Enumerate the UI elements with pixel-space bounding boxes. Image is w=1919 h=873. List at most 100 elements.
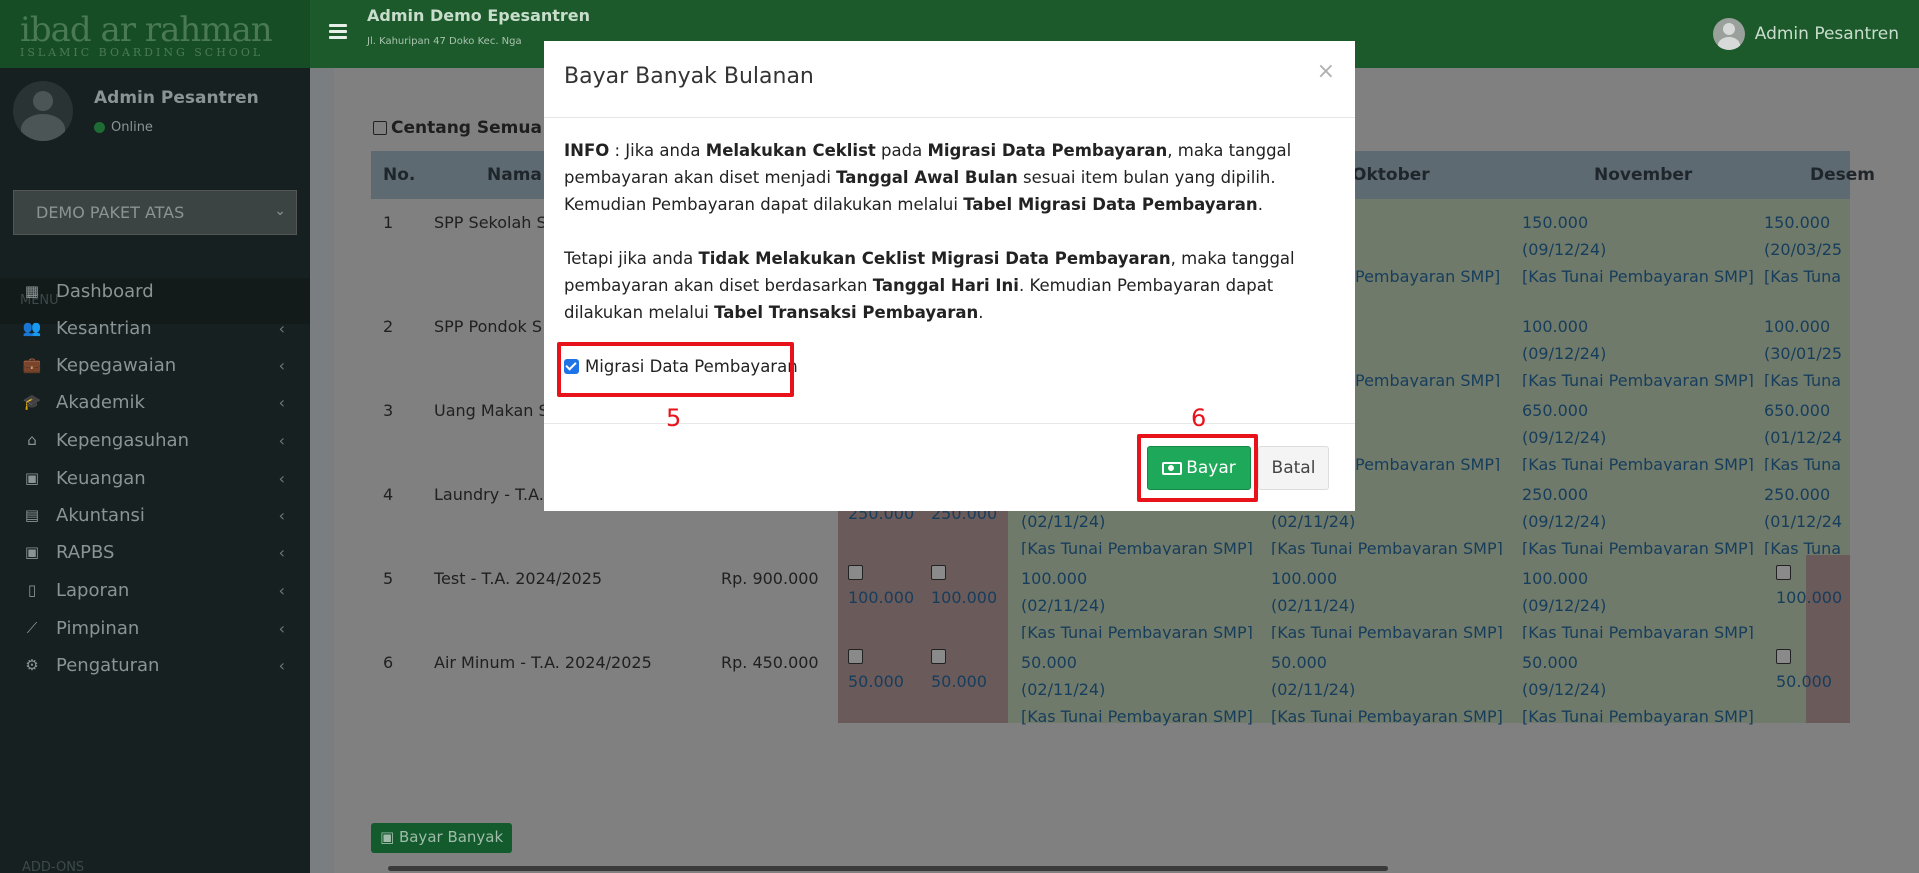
info-text-segment: : Jika anda — [609, 141, 706, 160]
cell-line: 100.000 — [1271, 569, 1338, 588]
info-text-segment: . — [1257, 195, 1263, 214]
select-all[interactable]: Centang Semua — [373, 118, 542, 138]
paid-cell[interactable]: 50.000 (02/11/24) [Kas Tunai Pembayaran SM… — [1271, 649, 1503, 730]
month-checkbox[interactable] — [848, 565, 863, 580]
paid-cell[interactable]: 250.000 (09/12/24) [Kas Tunai Pembayaran S… — [1522, 481, 1754, 562]
paid-cell[interactable]: 50.000 (09/12/24) [Kas Tunai Pembayaran SM… — [1522, 649, 1754, 730]
paid-cell[interactable]: 150.000 (09/12/24) [Kas Tunai Pembayaran S… — [1522, 209, 1754, 290]
month-checkbox[interactable] — [848, 649, 863, 664]
header-desember: Desem — [1810, 165, 1876, 185]
info-text-segment: Tidak Melakukan Ceklist Migrasi Data Pem… — [698, 249, 1171, 268]
info-text-segment: . — [978, 303, 984, 322]
info-text-segment: Migrasi Data Pembayaran — [927, 141, 1168, 160]
sidebar-item-label: Dashboard — [56, 280, 154, 302]
paid-cell[interactable]: 100.000 (02/11/24) [Kas Tunai Pembayaran S… — [1271, 565, 1503, 646]
unpaid-amount: 50.000 — [848, 672, 904, 691]
step-6-label: 6 — [1191, 404, 1207, 432]
month-unpaid-cell[interactable]: 50.000 — [848, 649, 904, 695]
chevron-left-icon: ‹ — [278, 392, 285, 412]
highlight-box-step-5 — [557, 342, 794, 397]
paid-cell[interactable]: 50.000 (02/11/24) [Kas Tunai Pembayaran SM… — [1021, 649, 1253, 730]
chevron-left-icon: ‹ — [278, 505, 285, 525]
info-text-segment: Tabel Transaksi Pembayaran — [714, 303, 979, 322]
month-checkbox[interactable] — [1776, 649, 1791, 664]
paid-cell[interactable]: 150.000 (20/03/25 [Kas Tuna — [1764, 209, 1842, 290]
paid-cell[interactable]: 100.000 (30/01/25 [Kas Tuna — [1764, 313, 1842, 394]
paid-cell[interactable]: Pembayaran SMP] — [1355, 263, 1500, 290]
paid-cell[interactable]: 250.000 (01/12/24 [Kas Tuna — [1764, 481, 1842, 562]
month-unpaid-cell[interactable]: 100.000 — [1776, 565, 1842, 611]
user-menu[interactable]: Admin Pesantren — [1712, 18, 1899, 50]
cell-line: 100.000 — [1764, 317, 1831, 336]
paid-cell[interactable]: 100.000 (02/11/24) [Kas Tunai Pembayaran S… — [1021, 565, 1253, 646]
cell-line: (09/12/24) — [1522, 428, 1607, 447]
avatar — [13, 81, 73, 141]
cell-line: (02/11/24) — [1021, 680, 1106, 699]
row-number: 4 — [383, 485, 394, 504]
select-all-checkbox[interactable] — [373, 121, 387, 135]
month-unpaid-cell[interactable]: 100.000 — [848, 565, 914, 611]
month-checkbox[interactable] — [931, 565, 946, 580]
cell-line: (09/12/24) — [1522, 596, 1607, 615]
info-text-segment: Tabel Migrasi Data Pembayaran — [963, 195, 1258, 214]
modal-header: Bayar Banyak Bulanan × — [544, 41, 1355, 118]
row-name: SPP Pondok S — [434, 317, 542, 336]
row-number: 3 — [383, 401, 394, 420]
sidebar-item-label: Kepegawaian — [56, 354, 177, 376]
row-name: Uang Makan S — [434, 401, 549, 420]
bayar-banyak-button[interactable]: ▣ Bayar Banyak — [371, 823, 513, 853]
user-avatar-icon — [1712, 18, 1745, 50]
logo[interactable]: ibad ar rahman ISLAMIC BOARDING SCHOOL — [0, 0, 310, 68]
cell-line: (09/12/24) — [1522, 512, 1607, 531]
cell-line: (02/11/24) — [1271, 596, 1356, 615]
cell-line: 650.000 — [1522, 401, 1589, 420]
header-november: November — [1594, 165, 1693, 185]
month-checkbox[interactable] — [1776, 565, 1791, 580]
cell-line: (02/11/24) — [1271, 512, 1356, 531]
month-unpaid-cell[interactable]: 100.000 — [931, 565, 997, 611]
cell-line: 150.000 — [1764, 213, 1831, 232]
bayar-button[interactable]: Bayar — [1147, 446, 1251, 490]
paid-cell[interactable]: 650.000 (09/12/24) [Kas Tunai Pembayaran S… — [1522, 397, 1754, 478]
month-unpaid-cell[interactable]: 50.000 — [931, 649, 987, 695]
batal-button[interactable]: Batal — [1258, 446, 1329, 490]
cell-line: (09/12/24) — [1522, 680, 1607, 699]
horizontal-scrollbar[interactable] — [388, 866, 1388, 871]
money-icon — [1162, 461, 1183, 475]
book-icon: ▤ — [24, 506, 40, 524]
user-status: Online — [94, 120, 153, 135]
cell-line: 100.000 — [1522, 569, 1589, 588]
logo-text: ibad ar rahman — [20, 10, 273, 50]
cell-line: (20/03/25 — [1764, 240, 1843, 259]
cell-line: (01/12/24 — [1764, 512, 1843, 531]
row-name: SPP Sekolah S — [434, 213, 547, 232]
sidebar-item-label: Akuntansi — [56, 504, 145, 526]
info-text-segment: Melakukan Ceklist — [705, 141, 876, 160]
paid-cell[interactable]: 650.000 (01/12/24 [Kas Tuna — [1764, 397, 1842, 478]
cell-line: 50.000 — [1021, 653, 1077, 672]
sidebar-item-pengaturan[interactable]: ⚙ Pengaturan ‹ — [0, 643, 310, 687]
cell-line: (02/11/24) — [1021, 596, 1106, 615]
paid-cell[interactable]: 100.000 (09/12/24) [Kas Tunai Pembayaran S… — [1522, 313, 1754, 394]
chevron-left-icon: ‹ — [278, 580, 285, 600]
cell-line: (09/12/24) — [1522, 344, 1607, 363]
hamburger-menu-icon[interactable] — [329, 24, 347, 40]
chevron-left-icon: ‹ — [278, 355, 285, 375]
sidebar-item-label: RAPBS — [56, 541, 115, 563]
month-checkbox[interactable] — [931, 649, 946, 664]
package-select[interactable]: DEMO PAKET ATAS ⌄ — [13, 190, 297, 235]
sidebar-item-label: Akademik — [56, 391, 145, 413]
close-icon[interactable]: × — [1317, 59, 1335, 84]
header-no: No. — [383, 165, 416, 185]
modal-title: Bayar Banyak Bulanan — [564, 64, 814, 89]
cell-line: (02/11/24) — [1271, 680, 1356, 699]
sidebar-item-label: Laporan — [56, 579, 130, 601]
month-unpaid-cell[interactable]: 50.000 — [1776, 649, 1832, 695]
chevron-left-icon: ‹ — [278, 468, 285, 488]
line-chart-icon: ⟋ — [26, 619, 38, 637]
info-text-segment: pada — [875, 141, 928, 160]
modal-body: INFO : Jika anda Melakukan Ceklist pada … — [564, 137, 1336, 353]
money-icon: ▣ — [24, 543, 40, 561]
user-panel-name: Admin Pesantren — [94, 88, 259, 108]
paid-cell[interactable]: 100.000 (09/12/24) [Kas Tunai Pembayaran S… — [1522, 565, 1754, 646]
